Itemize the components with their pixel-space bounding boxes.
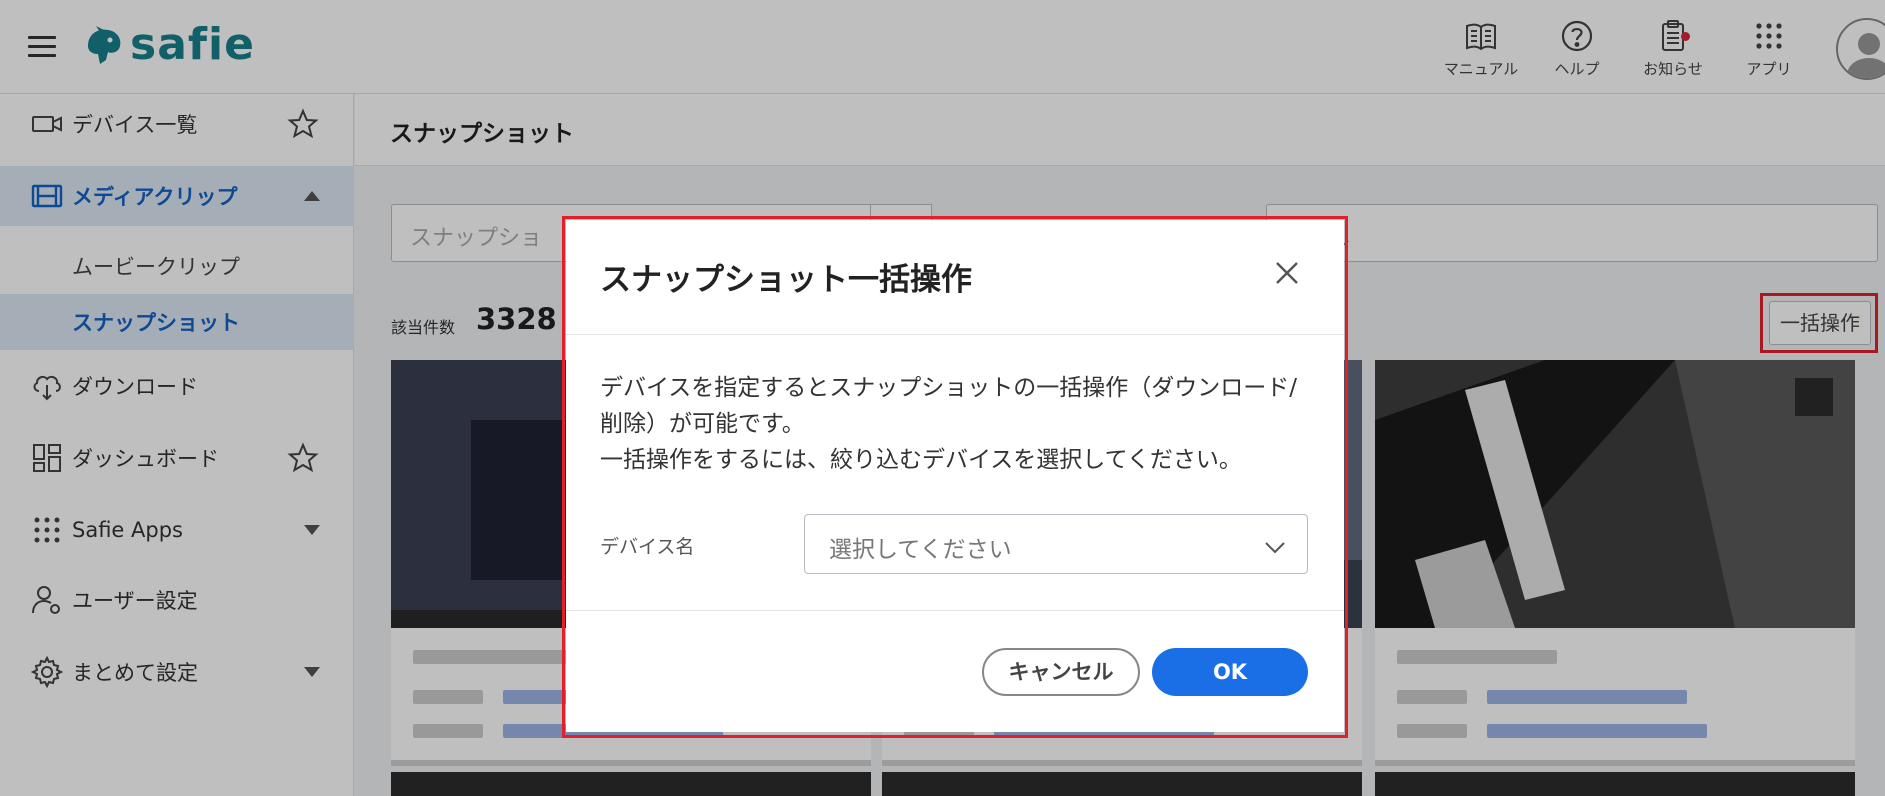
- divider: [566, 334, 1344, 335]
- device-name-select[interactable]: 選択してください: [804, 514, 1308, 574]
- cancel-button[interactable]: キャンセル: [982, 648, 1140, 696]
- divider: [566, 610, 1344, 611]
- dialog-body: デバイスを指定するとスナップショットの一括操作（ダウンロード/削除）が可能です。…: [600, 370, 1310, 478]
- dialog-body-line: 一括操作をするには、絞り込むデバイスを選択してください。: [600, 447, 1242, 473]
- dialog-title: スナップショット一括操作: [600, 262, 972, 298]
- dialog-body-line: デバイスを指定するとスナップショットの一括操作（ダウンロード/削除）が可能です。: [600, 375, 1298, 437]
- device-name-placeholder: 選択してください: [829, 537, 1012, 563]
- ok-button[interactable]: OK: [1152, 648, 1308, 696]
- close-icon[interactable]: [1272, 258, 1302, 288]
- bulk-operation-dialog: スナップショット一括操作 デバイスを指定するとスナップショットの一括操作（ダウン…: [566, 220, 1344, 732]
- chevron-down-icon: [1265, 542, 1285, 554]
- device-name-label: デバイス名: [600, 536, 695, 558]
